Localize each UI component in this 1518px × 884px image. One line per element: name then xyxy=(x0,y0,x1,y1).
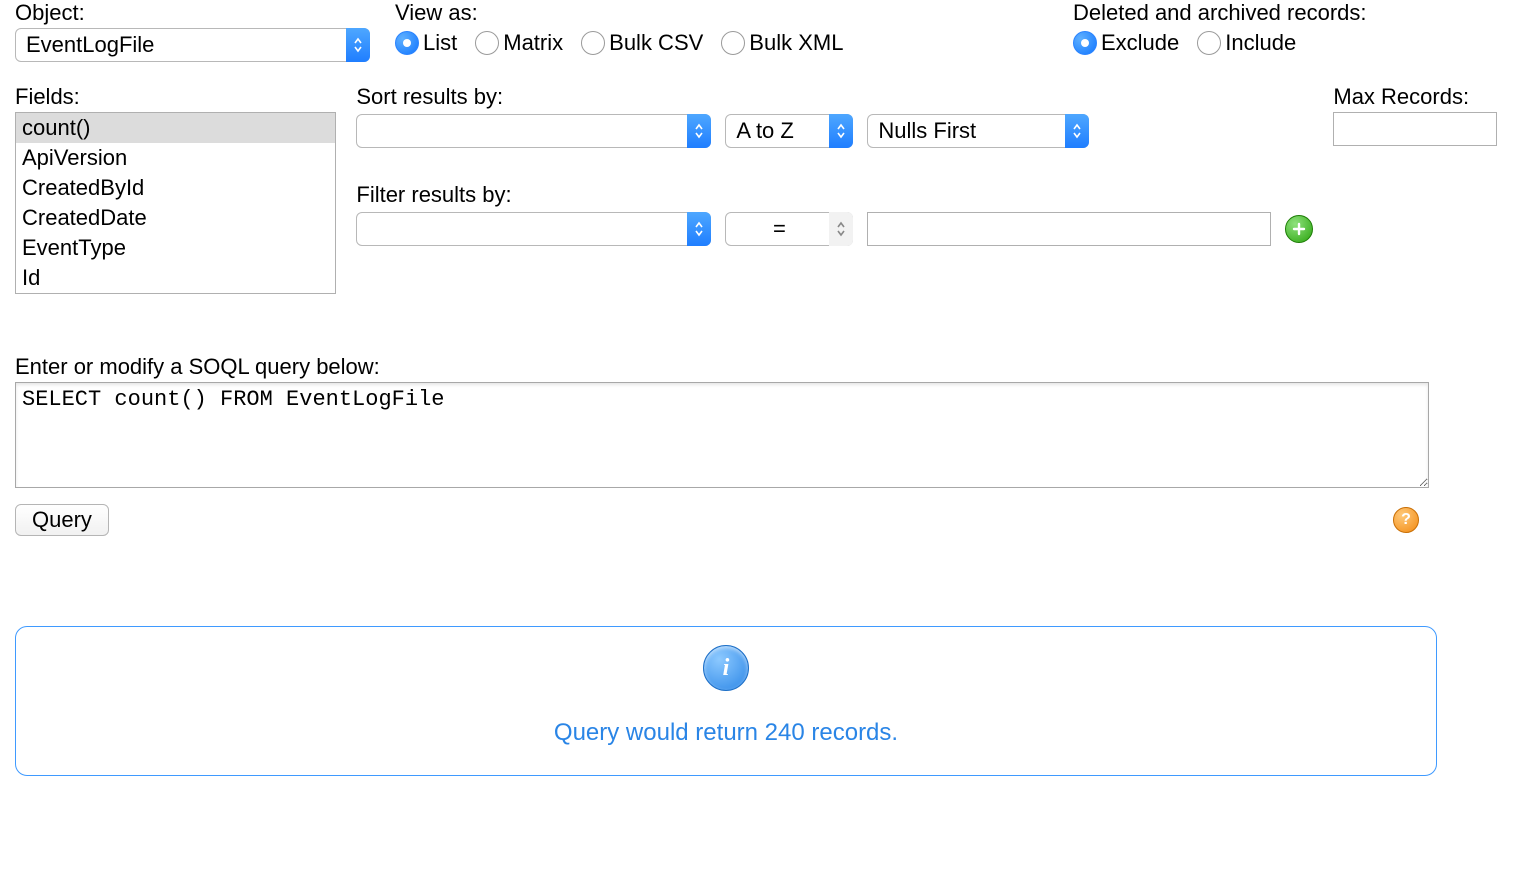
field-item-count[interactable]: count() xyxy=(16,113,335,143)
help-button[interactable]: ? xyxy=(1393,507,1419,533)
view-as-label: View as: xyxy=(395,0,1053,26)
view-as-matrix-radio[interactable]: Matrix xyxy=(475,30,563,56)
plus-icon xyxy=(1292,222,1306,236)
view-as-list-radio[interactable]: List xyxy=(395,30,457,56)
query-button[interactable]: Query xyxy=(15,504,109,536)
view-as-bulkxml-radio[interactable]: Bulk XML xyxy=(721,30,843,56)
deleted-archived-label: Deleted and archived records: xyxy=(1073,0,1503,26)
object-label: Object: xyxy=(15,0,375,26)
info-icon: i xyxy=(703,645,749,691)
sort-direction-select[interactable]: A to Z xyxy=(725,114,853,148)
sort-nulls-select[interactable]: Nulls First xyxy=(867,114,1089,148)
result-message: Query would return 240 records. xyxy=(26,719,1426,747)
result-panel: i Query would return 240 records. xyxy=(15,626,1437,776)
field-item-apiversion[interactable]: ApiVersion xyxy=(16,143,335,173)
max-records-input[interactable] xyxy=(1333,112,1497,146)
deleted-exclude-radio[interactable]: Exclude xyxy=(1073,30,1179,56)
filter-field-select[interactable] xyxy=(356,212,711,246)
fields-label: Fields: xyxy=(15,84,336,110)
deleted-include-radio[interactable]: Include xyxy=(1197,30,1296,56)
max-records-label: Max Records: xyxy=(1333,84,1503,110)
view-as-radios: List Matrix Bulk CSV Bulk XML xyxy=(395,30,1053,56)
field-item-eventtype[interactable]: EventType xyxy=(16,233,335,263)
field-item-createdbyid[interactable]: CreatedById xyxy=(16,173,335,203)
object-select[interactable]: EventLogFile xyxy=(15,28,370,62)
soql-textarea[interactable] xyxy=(15,382,1429,488)
filter-operator-select[interactable]: = xyxy=(725,212,853,246)
field-item-createddate[interactable]: CreatedDate xyxy=(16,203,335,233)
sort-field-select[interactable] xyxy=(356,114,711,148)
view-as-bulkcsv-radio[interactable]: Bulk CSV xyxy=(581,30,703,56)
deleted-archived-radios: Exclude Include xyxy=(1073,30,1503,56)
sort-label: Sort results by: xyxy=(356,84,1313,110)
question-icon: ? xyxy=(1401,511,1411,529)
field-item-id[interactable]: Id xyxy=(16,263,335,293)
add-filter-button[interactable] xyxy=(1285,215,1313,243)
filter-label: Filter results by: xyxy=(356,182,1313,208)
filter-value-input[interactable] xyxy=(867,212,1271,246)
fields-listbox[interactable]: count() ApiVersion CreatedById CreatedDa… xyxy=(15,112,336,294)
soql-label: Enter or modify a SOQL query below: xyxy=(15,354,1503,380)
